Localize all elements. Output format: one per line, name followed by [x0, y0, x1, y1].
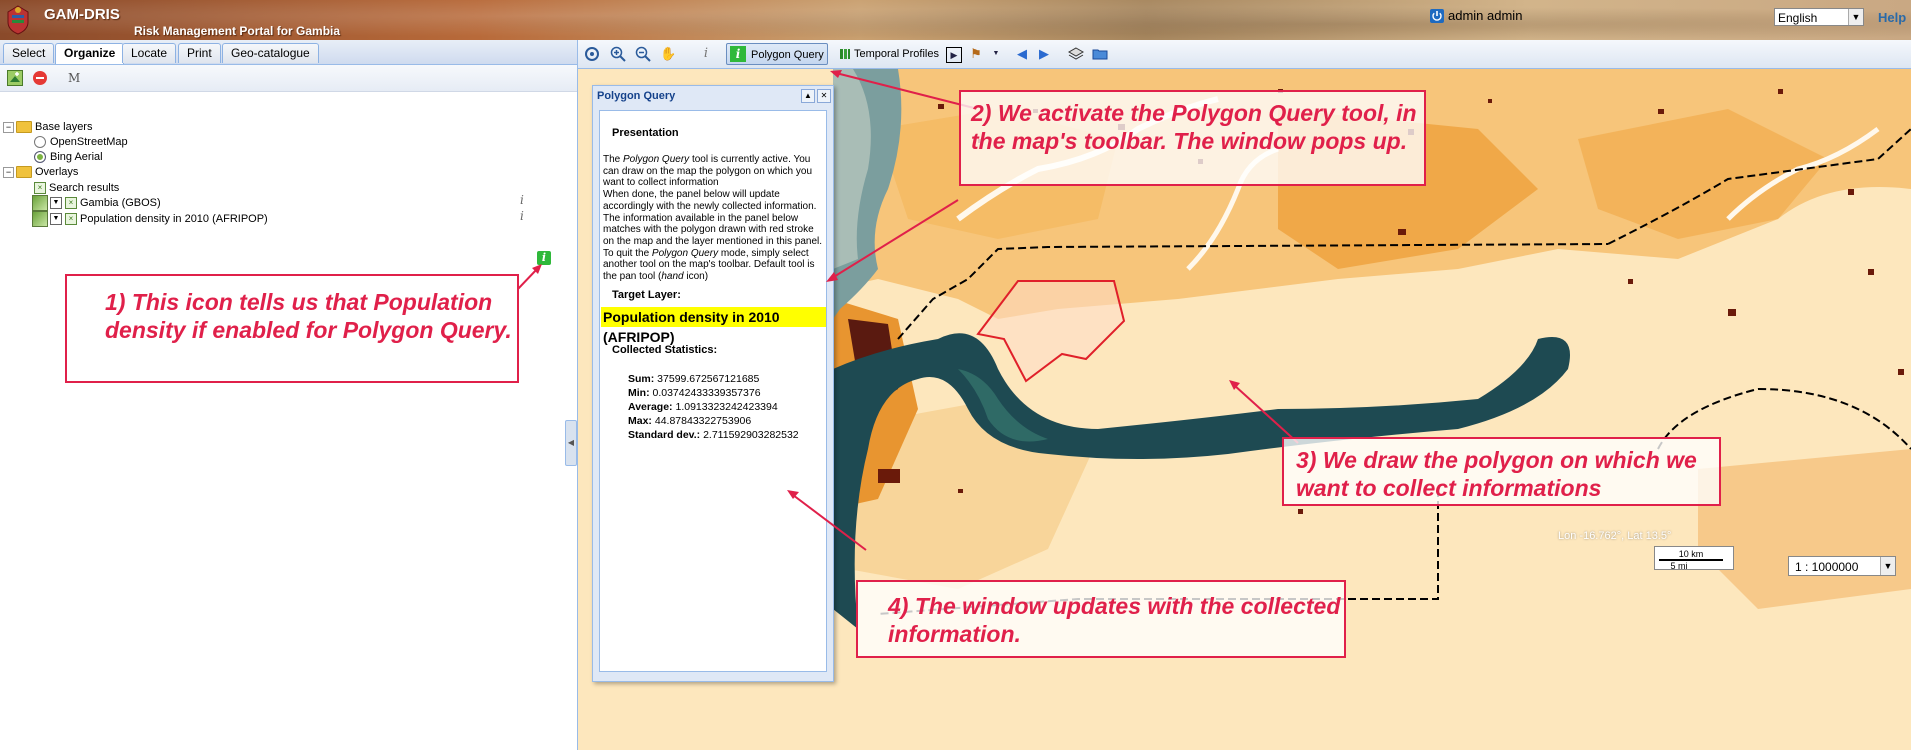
- left-panel: Select Organize Locate Print Geo-catalog…: [0, 40, 578, 750]
- layer-label: Search results: [49, 182, 120, 194]
- scale-value: 1 : 1000000: [1795, 560, 1859, 574]
- stat-sum: Sum: 37599.672567121685: [628, 373, 760, 385]
- radio-button[interactable]: [34, 136, 46, 149]
- target-layer-title: Target Layer:: [612, 289, 681, 301]
- history-forward-icon[interactable]: ▶: [1036, 46, 1052, 62]
- tree-label: Base layers: [35, 121, 93, 133]
- measure-tool-icon[interactable]: ⚑: [968, 46, 984, 62]
- layer-info-icon[interactable]: i: [520, 193, 530, 207]
- logout-power-icon[interactable]: [1430, 9, 1444, 23]
- layer-menu-dropdown[interactable]: ▼: [50, 197, 62, 210]
- open-folder-icon[interactable]: [1092, 46, 1108, 62]
- layer-label: Population density in 2010 (AFRIPOP): [80, 213, 268, 225]
- collapse-icon[interactable]: −: [3, 166, 14, 178]
- remove-layer-icon[interactable]: [32, 70, 48, 86]
- panel-tabbar: Select Organize Locate Print Geo-catalog…: [0, 40, 577, 65]
- polygon-query-label: Polygon Query: [751, 49, 824, 61]
- chevron-down-icon: ▼: [1880, 557, 1895, 575]
- layer-label: OpenStreetMap: [50, 136, 128, 148]
- polygon-query-icon: i: [730, 46, 746, 62]
- folder-icon: [16, 166, 32, 179]
- layer-population-density[interactable]: ▼ × Population density in 2010 (AFRIPOP): [32, 211, 268, 228]
- tab-geo-catalogue[interactable]: Geo-catalogue: [222, 43, 319, 63]
- layer-style-icon[interactable]: [32, 195, 48, 212]
- scale-mi: 5 mi: [1659, 559, 1699, 571]
- add-layer-icon[interactable]: [7, 70, 23, 86]
- app-subtitle: Risk Management Portal for Gambia: [134, 24, 341, 38]
- app-title: GAM-DRIS: [44, 6, 120, 23]
- scale-bar: 10 km 5 mi: [1654, 546, 1734, 571]
- tree-overlays[interactable]: − Overlays: [3, 164, 78, 181]
- stat-min: Min: 0.03742433339357376: [628, 387, 761, 399]
- map-area[interactable]: ✋ i i Polygon Query Temporal Profiles ▶ …: [578, 40, 1911, 750]
- tab-select[interactable]: Select: [3, 43, 55, 63]
- window-body: Presentation The Polygon Query tool is c…: [599, 110, 827, 672]
- tab-locate[interactable]: Locate: [122, 43, 177, 63]
- help-link[interactable]: Help: [1878, 10, 1906, 25]
- history-back-icon[interactable]: ◀: [1014, 46, 1030, 62]
- annotation-1: 1) This icon tells us that Population de…: [65, 274, 519, 383]
- target-layer-value: Population density in 2010 (AFRIPOP): [601, 307, 826, 345]
- presentation-text: The Polygon Query tool is currently acti…: [603, 154, 823, 283]
- coat-of-arms-logo: [7, 5, 29, 35]
- folder-icon: [16, 121, 32, 134]
- zoom-to-extent-icon[interactable]: [584, 46, 600, 62]
- layers-stack-icon[interactable]: [1067, 46, 1085, 62]
- window-title: Polygon Query: [597, 90, 676, 102]
- checkbox[interactable]: ×: [65, 213, 77, 226]
- user-name: admin admin: [1448, 8, 1523, 23]
- checkbox[interactable]: ×: [65, 197, 77, 210]
- collapse-window-icon[interactable]: ▲: [801, 89, 815, 103]
- info-tool-icon[interactable]: i: [698, 46, 714, 62]
- scale-select[interactable]: 1 : 1000000 ▼: [1788, 556, 1896, 576]
- language-select[interactable]: English ▼: [1774, 8, 1864, 26]
- tab-print[interactable]: Print: [178, 43, 221, 63]
- close-window-icon[interactable]: ✕: [817, 89, 831, 103]
- map-toolbar: ✋ i i Polygon Query Temporal Profiles ▶ …: [578, 40, 1911, 69]
- collected-statistics-title: Collected Statistics:: [612, 344, 718, 356]
- checkbox[interactable]: ×: [34, 182, 46, 195]
- temporal-profiles-label: Temporal Profiles: [854, 48, 939, 60]
- chevron-down-icon: ▼: [1848, 9, 1863, 25]
- stat-max: Max: 44.87843322753906: [628, 415, 752, 427]
- radio-button-selected[interactable]: [34, 151, 46, 164]
- layer-label: Gambia (GBOS): [80, 197, 161, 209]
- layer-info-icon[interactable]: i: [520, 209, 530, 223]
- layer-gambia-gbos[interactable]: ▼ × Gambia (GBOS): [32, 195, 161, 212]
- layer-menu-dropdown[interactable]: ▼: [50, 213, 62, 226]
- panel-collapse-handle[interactable]: ◀: [565, 420, 577, 466]
- pan-hand-icon[interactable]: ✋: [660, 46, 676, 62]
- annotation-3: 3) We draw the polygon on which we want …: [1282, 437, 1721, 506]
- polygon-query-window: Polygon Query ▲ ✕ Presentation The Polyg…: [592, 85, 834, 682]
- layer-label: Bing Aerial: [50, 151, 103, 163]
- stat-standard-dev: Standard dev.: 2.711592903282532: [628, 429, 799, 441]
- tab-organize[interactable]: Organize: [55, 43, 125, 64]
- tree-label: Overlays: [35, 166, 79, 178]
- coordinate-readout: Lon -16.762°, Lat 13.5°: [1558, 530, 1672, 542]
- play-icon[interactable]: ▶: [946, 47, 962, 63]
- measure-dropdown-icon[interactable]: ▼: [988, 46, 1004, 62]
- annotation-4: 4) The window updates with the collected…: [856, 580, 1346, 658]
- stat-average: Average: 1.0913323242423394: [628, 401, 778, 413]
- layer-toolbar: M: [0, 65, 577, 92]
- collapse-icon[interactable]: −: [3, 121, 14, 133]
- language-value: English: [1778, 11, 1818, 25]
- zoom-out-icon[interactable]: [635, 46, 651, 62]
- presentation-title: Presentation: [612, 127, 679, 139]
- polygon-query-button[interactable]: i Polygon Query: [726, 43, 828, 65]
- chart-bars-icon: [840, 49, 850, 59]
- metadata-m-button[interactable]: M: [68, 70, 84, 86]
- app-header: GAM-DRIS Risk Management Portal for Gamb…: [0, 0, 1911, 40]
- zoom-in-icon[interactable]: [610, 46, 626, 62]
- annotation-2: 2) We activate the Polygon Query tool, i…: [959, 90, 1426, 186]
- layer-style-icon[interactable]: [32, 211, 48, 228]
